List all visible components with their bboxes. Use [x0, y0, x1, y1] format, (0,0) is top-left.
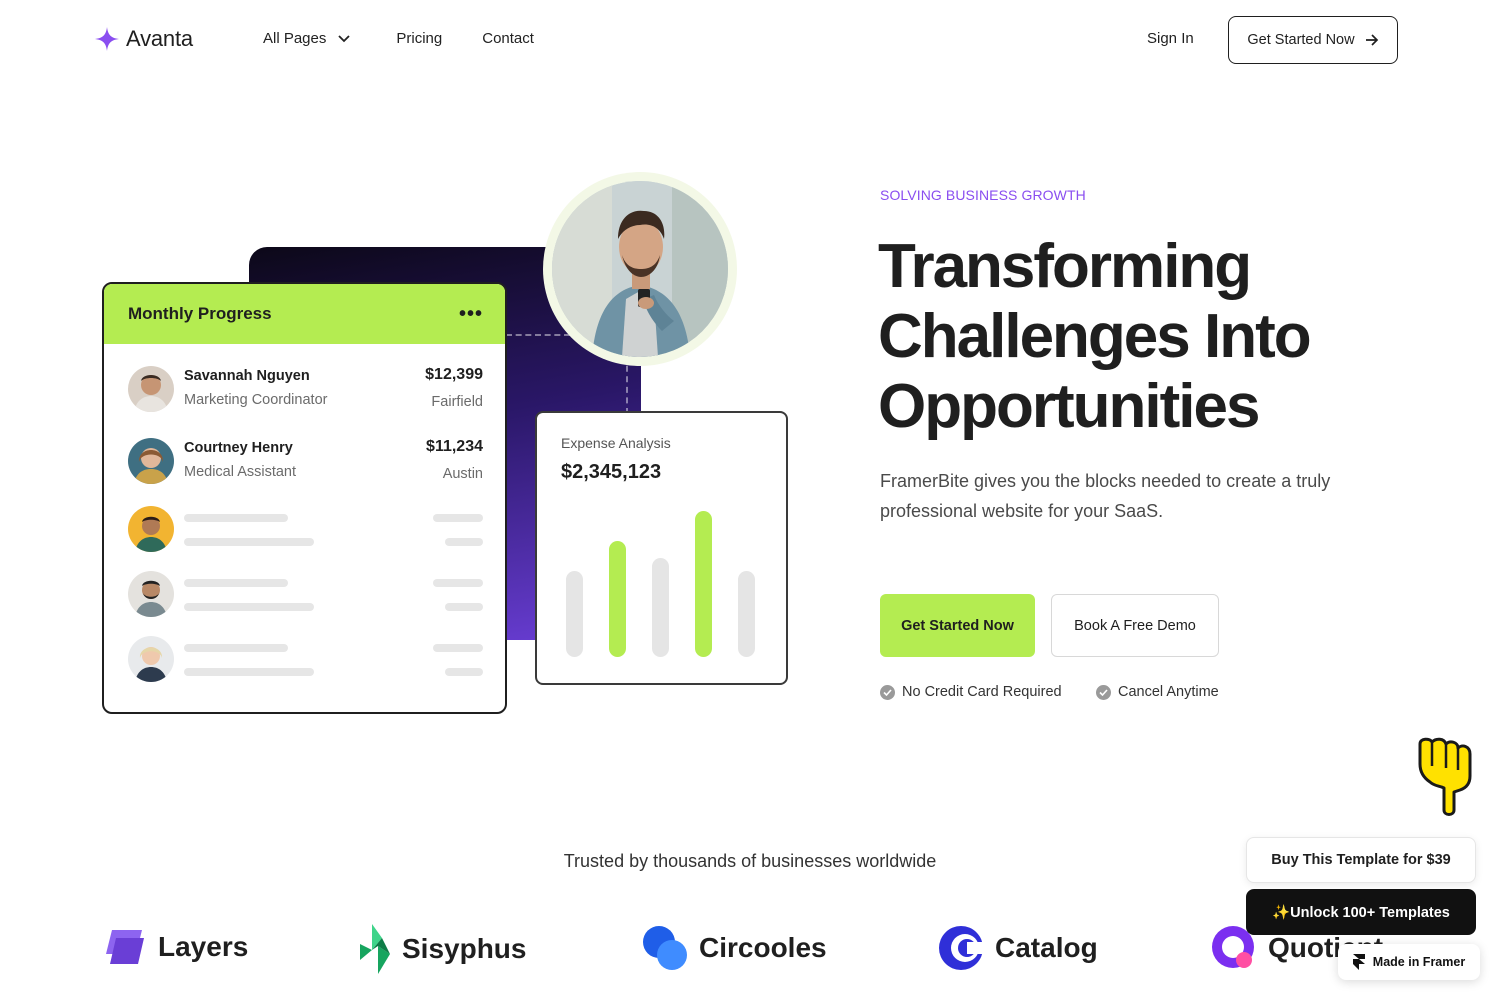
expense-bar-chart	[566, 511, 755, 657]
sign-in-link[interactable]: Sign In	[1147, 30, 1194, 47]
list-item[interactable]: Courtney Henry Medical Assistant $11,234…	[128, 438, 483, 486]
headline-line: Challenges Into	[878, 302, 1312, 371]
skeleton-line	[433, 514, 483, 522]
more-options-icon[interactable]: •••	[459, 304, 483, 324]
skeleton-line	[445, 538, 483, 546]
bar	[609, 541, 626, 657]
person-role: Medical Assistant	[184, 464, 297, 480]
check-circle-icon	[880, 684, 895, 700]
check-circle-icon	[1096, 684, 1111, 700]
list-item-placeholder	[128, 571, 483, 619]
pointing-hand-icon	[1418, 737, 1472, 816]
monthly-progress-card: Monthly Progress ••• Savannah Nguyen Mar…	[102, 282, 507, 714]
book-demo-button[interactable]: Book A Free Demo	[1051, 594, 1219, 657]
hero-eyebrow: SOLVING BUSINESS GROWTH	[880, 187, 1086, 203]
avatar	[128, 506, 174, 552]
logo-name: Catalog	[995, 932, 1098, 963]
person-city: Austin	[442, 466, 483, 482]
monthly-progress-header: Monthly Progress •••	[104, 284, 505, 344]
expense-analysis-card: Expense Analysis $2,345,123	[535, 411, 788, 685]
person-city: Fairfield	[431, 394, 483, 410]
skeleton-line	[184, 668, 314, 676]
skeleton-line	[184, 603, 314, 611]
skeleton-line	[445, 668, 483, 676]
logo-name: Layers	[158, 931, 249, 962]
logo-sisyphus: Sisyphus	[358, 924, 526, 974]
profile-photo	[552, 181, 728, 357]
headline-line: Transforming	[878, 232, 1252, 301]
skeleton-line	[184, 579, 288, 587]
skeleton-line	[445, 603, 483, 611]
logo-catalog: Catalog	[937, 924, 1098, 972]
brand-logo[interactable]: Avanta	[94, 26, 193, 52]
nav-pricing[interactable]: Pricing	[396, 30, 442, 47]
made-in-framer-badge[interactable]: Made in Framer	[1338, 944, 1480, 980]
person-amount: $11,234	[426, 438, 483, 455]
person-name: Courtney Henry	[184, 440, 293, 456]
nav-links: All Pages Pricing Contact	[263, 30, 574, 47]
skeleton-line	[433, 579, 483, 587]
person-amount: $12,399	[425, 366, 483, 383]
bar	[566, 571, 583, 657]
chevron-down-icon	[338, 34, 351, 42]
catalog-logo-icon	[939, 926, 985, 970]
sisyphus-logo-icon	[360, 924, 390, 974]
person-name: Savannah Nguyen	[184, 368, 310, 384]
list-item[interactable]: Savannah Nguyen Marketing Coordinator $1…	[128, 366, 483, 414]
avatar	[128, 636, 174, 682]
made-in-framer-label: Made in Framer	[1372, 955, 1466, 969]
unlock-templates-button[interactable]: ✨Unlock 100+ Templates	[1246, 889, 1476, 935]
bar	[695, 511, 712, 657]
logo-name: Circooles	[699, 932, 827, 963]
perk-item: No Credit Card Required	[880, 684, 1062, 700]
sparkle-icon	[95, 27, 119, 51]
nav-get-started-label: Get Started Now	[1247, 32, 1355, 48]
logo-circooles: Circooles	[641, 924, 827, 972]
person-role: Marketing Coordinator	[184, 392, 328, 408]
skeleton-line	[433, 644, 483, 652]
brand-name: Avanta	[126, 26, 193, 51]
hero-get-started-button[interactable]: Get Started Now	[880, 594, 1035, 657]
nav-get-started-button[interactable]: Get Started Now	[1228, 16, 1398, 64]
nav-contact[interactable]: Contact	[482, 30, 534, 47]
nav-all-pages-label: All Pages	[263, 30, 327, 47]
perk-label: No Credit Card Required	[902, 684, 1062, 700]
logo-name: Sisyphus	[402, 933, 527, 964]
skeleton-line	[184, 514, 288, 522]
nav-all-pages[interactable]: All Pages	[263, 30, 351, 47]
logo-layers: Layers	[102, 924, 248, 970]
avatar	[128, 366, 174, 412]
circooles-logo-icon	[643, 926, 687, 970]
bar	[652, 558, 669, 657]
avatar	[128, 438, 174, 484]
hero-headline: Transforming Challenges Into Opportuniti…	[878, 232, 1438, 442]
framer-logo-icon	[1352, 954, 1365, 970]
top-navbar: Avanta All Pages Pricing Contact Sign In…	[0, 0, 1500, 80]
hero-subtitle: FramerBite gives you the blocks needed t…	[880, 471, 1331, 521]
perk-item: Cancel Anytime	[1096, 684, 1219, 700]
bar	[738, 571, 755, 657]
skeleton-line	[184, 538, 314, 546]
layers-logo-icon	[106, 930, 144, 964]
list-item-placeholder	[128, 636, 483, 684]
monthly-progress-title: Monthly Progress	[128, 304, 272, 323]
skeleton-line	[184, 644, 288, 652]
arrow-right-icon	[1365, 34, 1378, 46]
perk-label: Cancel Anytime	[1118, 684, 1219, 700]
buy-template-button[interactable]: Buy This Template for $39	[1246, 837, 1476, 883]
list-item-placeholder	[128, 506, 483, 554]
avatar	[128, 571, 174, 617]
headline-line: Opportunities	[878, 372, 1260, 441]
